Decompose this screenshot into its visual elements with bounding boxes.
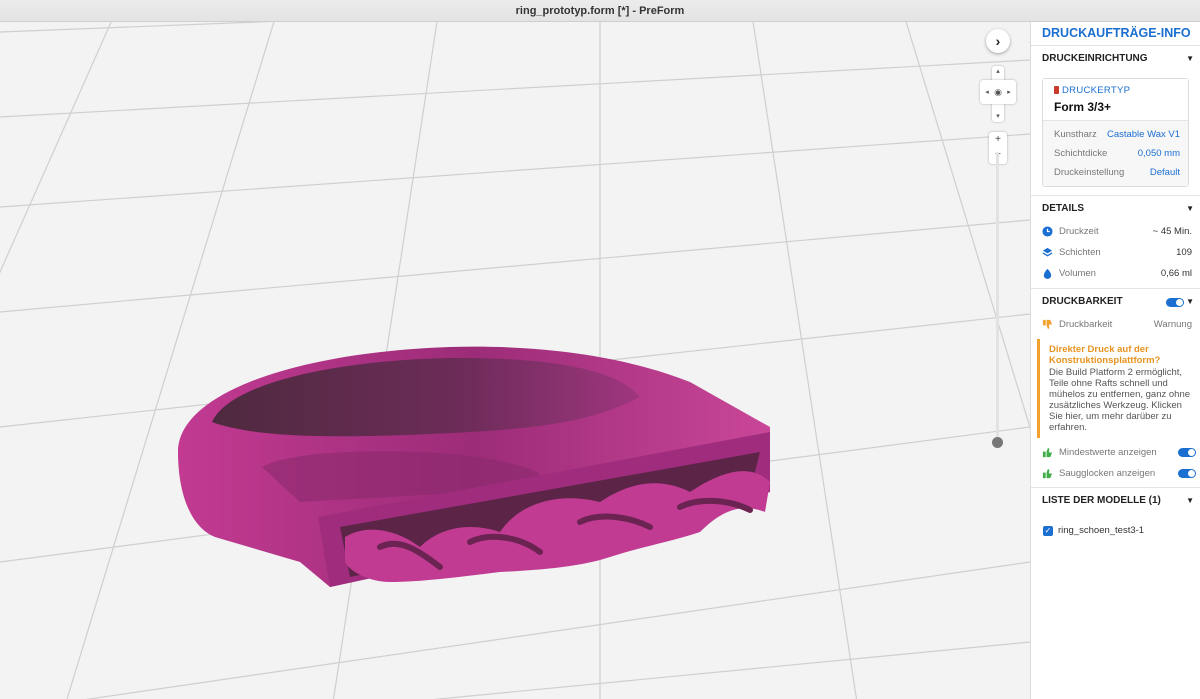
scene-canvas[interactable] <box>0 22 1030 699</box>
model-name[interactable]: ring_schoen_test3-1 <box>1058 525 1144 536</box>
window-title: ring_prototyp.form [*] - PreForm <box>515 5 685 17</box>
volume-icon <box>1043 268 1052 279</box>
thumbs-down-icon <box>1042 319 1053 330</box>
chevron-down-icon[interactable]: ▼ <box>1186 289 1194 315</box>
chevron-down-icon[interactable]: ▼ <box>1186 488 1194 514</box>
toggle-row-cups[interactable]: Saugglocken anzeigen <box>1031 463 1200 484</box>
window-title-bar: ring_prototyp.form [*] - PreForm <box>0 0 1200 22</box>
detail-value: ~ 45 Min. <box>1152 226 1192 237</box>
printability-row: Druckbarkeit Warnung <box>1031 314 1200 335</box>
printability-section-header[interactable]: DRUCKBARKEIT ▼ <box>1031 288 1200 314</box>
thumbs-up-icon <box>1042 447 1053 458</box>
detail-value: 0,66 ml <box>1160 268 1192 279</box>
orbit-down-icon[interactable]: ▾ <box>992 112 1004 120</box>
setup-row-print-setting[interactable]: Druckeinstellung Default <box>1043 163 1188 182</box>
layer-thickness-value[interactable]: 0,050 mm <box>1138 144 1180 163</box>
minimum-values-toggle[interactable] <box>1178 448 1196 457</box>
orbit-up-icon[interactable]: ▴ <box>992 67 1004 75</box>
setup-header-label: DRUCKEINRICHTUNG <box>1042 53 1148 64</box>
build-platform-warning[interactable]: Direkter Druck auf der Konstruktionsplat… <box>1037 339 1196 438</box>
printer-icon <box>1054 86 1059 94</box>
setup-label: Kunstharz <box>1054 129 1097 140</box>
warning-body: Die Build Platform 2 ermöglicht, Teile o… <box>1049 367 1191 433</box>
thumbs-up-icon <box>1042 468 1053 479</box>
ring-model <box>178 346 770 587</box>
detail-label: Volumen <box>1059 268 1096 279</box>
chevron-down-icon[interactable]: ▼ <box>1186 196 1194 222</box>
details-header-label: DETAILS <box>1042 203 1085 214</box>
detail-row-print-time: Druckzeit ~ 45 Min. <box>1031 221 1200 242</box>
print-setting-value[interactable]: Default <box>1150 163 1180 182</box>
printability-header-label: DRUCKBARKEIT <box>1042 296 1123 307</box>
printer-model: Form 3/3+ <box>1054 100 1112 114</box>
toggle-label: Mindestwerte anzeigen <box>1059 447 1157 458</box>
detail-label: Druckzeit <box>1059 226 1099 237</box>
clock-icon <box>1042 226 1053 237</box>
toggle-row-minimum-values[interactable]: Mindestwerte anzeigen <box>1031 442 1200 463</box>
job-info-sidebar: DRUCKAUFTRÄGE-INFO DRUCKEINRICHTUNG ▼ DR… <box>1030 22 1200 699</box>
setup-section-header[interactable]: DRUCKEINRICHTUNG ▼ <box>1031 46 1200 72</box>
detail-value: 109 <box>1176 247 1192 258</box>
printer-card[interactable]: DRUCKERTYP Form 3/3+ Kunstharz Castable … <box>1042 78 1189 187</box>
detail-row-layers: Schichten 109 <box>1031 242 1200 263</box>
models-header-label: LISTE DER MODELLE (1) <box>1042 495 1161 506</box>
model-checkbox[interactable]: ✓ <box>1043 526 1053 536</box>
layer-slider-track[interactable] <box>996 152 999 444</box>
zoom-in-button[interactable]: + <box>989 132 1007 147</box>
resin-value[interactable]: Castable Wax V1 <box>1107 125 1180 144</box>
setup-row-layer-thickness[interactable]: Schichtdicke 0,050 mm <box>1043 144 1188 163</box>
eye-icon[interactable]: ◉ <box>992 87 1004 98</box>
detail-row-volume: Volumen 0,66 ml <box>1031 263 1200 284</box>
orbit-control[interactable]: ▴ ▾ ◂ ▸ ◉ <box>980 66 1016 122</box>
detail-label: Schichten <box>1059 247 1101 258</box>
orbit-right-icon[interactable]: ▸ <box>1003 88 1015 96</box>
next-step-button[interactable]: › <box>986 29 1010 53</box>
setup-row-resin[interactable]: Kunstharz Castable Wax V1 <box>1043 125 1188 144</box>
3d-viewport[interactable]: › ▴ ▾ ◂ ▸ ◉ + − <box>0 22 1030 699</box>
printer-type-label: DRUCKERTYP <box>1062 85 1131 96</box>
cups-toggle[interactable] <box>1178 469 1196 478</box>
setup-label: Schichtdicke <box>1054 148 1108 159</box>
warning-title: Direkter Druck auf der Konstruktionsplat… <box>1049 344 1161 366</box>
printability-label: Druckbarkeit <box>1059 319 1113 330</box>
toggle-label: Saugglocken anzeigen <box>1059 468 1156 479</box>
printability-toggle[interactable] <box>1166 298 1184 307</box>
details-section-header[interactable]: DETAILS ▼ <box>1031 195 1200 221</box>
layer-slider-handle[interactable] <box>992 437 1003 448</box>
list-item[interactable]: ✓ ring_schoen_test3-1 <box>1031 519 1200 543</box>
models-section-header[interactable]: LISTE DER MODELLE (1) ▼ <box>1031 487 1200 513</box>
sidebar-title: DRUCKAUFTRÄGE-INFO <box>1031 22 1200 46</box>
printability-status: Warnung <box>1153 319 1192 330</box>
setup-label: Druckeinstellung <box>1054 167 1125 178</box>
layers-icon <box>1042 247 1053 257</box>
chevron-down-icon[interactable]: ▼ <box>1186 46 1194 72</box>
